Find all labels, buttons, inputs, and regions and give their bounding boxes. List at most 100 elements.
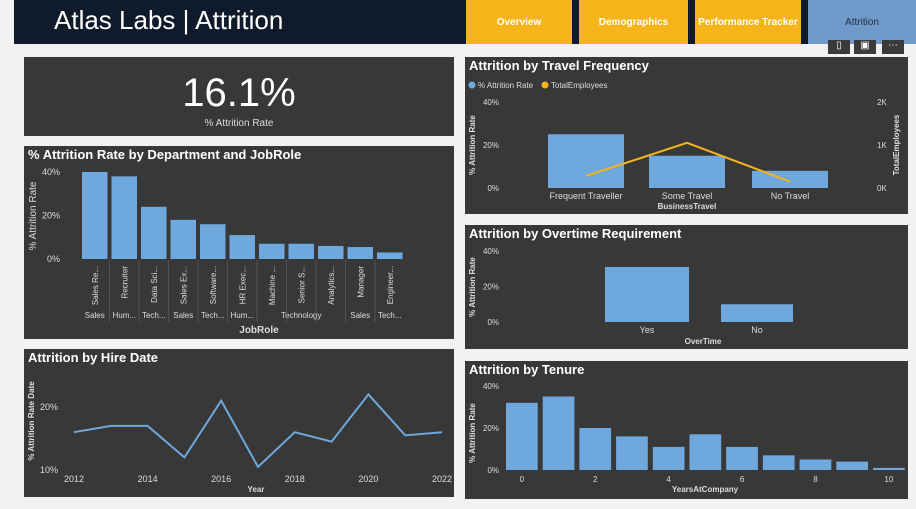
bar bbox=[111, 176, 137, 259]
x-tick-label: Data Sci... bbox=[150, 266, 159, 303]
y-tick-label: 40% bbox=[42, 167, 60, 177]
legend-marker bbox=[468, 81, 476, 89]
x-axis-label: OverTime bbox=[685, 337, 722, 346]
series-line bbox=[73, 392, 443, 469]
y2-tick-label: 1K bbox=[877, 141, 887, 150]
y2-axis-label: TotalEmployees bbox=[892, 114, 901, 175]
group-label: Sales bbox=[85, 311, 105, 320]
x-tick-label: Senior S... bbox=[297, 266, 306, 303]
x-tick-label: Yes bbox=[640, 325, 655, 335]
tab-performance-tracker[interactable]: Performance Tracker bbox=[695, 0, 801, 44]
y-tick-label: 20% bbox=[483, 424, 499, 433]
y-tick-label: 20% bbox=[40, 402, 58, 412]
y-axis-label: % Attrition Rate bbox=[468, 403, 477, 463]
y-tick-label: 10% bbox=[40, 465, 58, 475]
y-tick-label: 20% bbox=[483, 141, 499, 150]
bar bbox=[836, 461, 868, 470]
x-tick-label: 10 bbox=[884, 475, 893, 484]
tenure-chart: 0% 20% 40% % Attrition Rate 0 2 4 6 8 10 YearsAtCo… bbox=[468, 382, 905, 494]
x-axis-label: YearsAtCompany bbox=[672, 485, 739, 494]
x-tick-label: Some Travel bbox=[662, 191, 713, 201]
bar bbox=[721, 304, 793, 322]
group-label: Hum... bbox=[112, 311, 136, 320]
bar bbox=[542, 396, 575, 470]
bar bbox=[82, 172, 108, 259]
kpi-label: % Attrition Rate bbox=[204, 118, 274, 129]
group-label: Tech... bbox=[378, 311, 402, 320]
bar bbox=[689, 434, 722, 470]
y2-tick-label: 2K bbox=[877, 98, 887, 107]
bar bbox=[259, 243, 285, 259]
tenure-chart-panel: Attrition by Tenure 0% 20% 40%% Attrition … bbox=[465, 361, 908, 499]
y-tick-label: 0% bbox=[487, 318, 499, 327]
tab-overview[interactable]: Overview bbox=[466, 0, 572, 44]
bar bbox=[377, 252, 403, 259]
y-tick-label: 20% bbox=[483, 283, 499, 292]
y-tick-label: 0% bbox=[487, 184, 499, 193]
legend-label: % Attrition Rate bbox=[478, 81, 534, 90]
x-tick-label: 2 bbox=[593, 475, 598, 484]
bar bbox=[579, 428, 612, 470]
x-tick-label: No Travel bbox=[771, 191, 810, 201]
y-axis-label: % Attrition Rate bbox=[468, 115, 477, 175]
y-axis-label: % Attrition Rate bbox=[468, 257, 477, 317]
x-tick-label: 2022 bbox=[432, 474, 452, 484]
x-axis-label: BusinessTravel bbox=[658, 202, 717, 211]
travel-frequency-chart: % Attrition Rate TotalEmployees 0% 20% 40% 0K… bbox=[468, 81, 901, 211]
x-tick-label: Engineer... bbox=[386, 266, 395, 304]
tab-demographics[interactable]: Demographics bbox=[579, 0, 688, 44]
bar bbox=[141, 206, 167, 259]
bar bbox=[229, 235, 255, 259]
x-axis-label: Year bbox=[248, 485, 265, 494]
group-label: Sales bbox=[350, 311, 370, 320]
x-tick-label: 2014 bbox=[138, 474, 158, 484]
y-tick-label: 40% bbox=[483, 382, 499, 391]
group-label: Tech... bbox=[201, 311, 225, 320]
tab-attrition[interactable]: Attrition bbox=[808, 0, 916, 44]
hire-date-chart: 10% 20% % Attrition Rate Date 2012 2014 2016 2… bbox=[27, 381, 452, 494]
group-label: Tech... bbox=[142, 311, 166, 320]
overtime-chart: 0% 20% 40% % Attrition Rate Yes No OverTime bbox=[468, 247, 793, 346]
kpi-card: 16.1% % Attrition Rate bbox=[24, 57, 454, 136]
x-tick-label: 4 bbox=[666, 475, 671, 484]
travel-frequency-chart-panel: Attrition by Travel Frequency % Attritio… bbox=[465, 57, 908, 214]
bar bbox=[170, 219, 196, 259]
more-options-icon[interactable]: ⋯ bbox=[882, 40, 904, 54]
legend-label: TotalEmployees bbox=[551, 81, 607, 90]
bar bbox=[649, 155, 725, 188]
bar bbox=[200, 224, 226, 259]
x-tick-label: No bbox=[751, 325, 763, 335]
overtime-chart-panel: Attrition by Overtime Requirement 0% 20% 4… bbox=[465, 225, 908, 349]
bar bbox=[616, 436, 648, 470]
y-tick-label: 20% bbox=[42, 211, 60, 221]
page-title: Atlas Labs | Attrition bbox=[54, 5, 284, 35]
y-axis-label: % Attrition Rate bbox=[28, 181, 39, 250]
bar bbox=[726, 446, 758, 470]
group-label: Technology bbox=[281, 311, 321, 320]
group-label: Sales bbox=[173, 311, 193, 320]
y-tick-label: 0% bbox=[47, 254, 60, 264]
x-tick-label: 2016 bbox=[211, 474, 231, 484]
bar bbox=[318, 245, 344, 259]
x-tick-label: 6 bbox=[740, 475, 745, 484]
x-tick-label: Sales Ex... bbox=[179, 266, 188, 304]
x-tick-label: Software... bbox=[209, 266, 218, 304]
legend-marker bbox=[541, 81, 549, 89]
x-tick-label: Manager bbox=[356, 266, 365, 298]
y2-tick-label: 0K bbox=[877, 184, 887, 193]
y-tick-label: 40% bbox=[483, 247, 499, 256]
x-tick-label: 2020 bbox=[358, 474, 378, 484]
bar bbox=[288, 243, 314, 259]
x-tick-label: Frequent Traveller bbox=[549, 191, 622, 201]
x-axis-label: JobRole bbox=[239, 325, 279, 336]
focus-mode-icon[interactable]: ▣ bbox=[854, 40, 876, 54]
bar bbox=[506, 402, 538, 470]
dept-jobrole-chart: 0% 20% 40%% Attrition Rate Sales Re... Recru… bbox=[28, 167, 403, 336]
bar bbox=[548, 134, 624, 188]
bar bbox=[752, 170, 828, 188]
x-tick-label: HR Exec... bbox=[238, 266, 247, 304]
x-tick-label: Recruiter bbox=[120, 266, 129, 299]
hire-date-chart-panel: Attrition by Hire Date 10% 20%% Attrition… bbox=[24, 349, 454, 497]
filter-icon[interactable]: ▯ bbox=[828, 40, 850, 54]
x-tick-label: Machine ... bbox=[268, 266, 277, 305]
